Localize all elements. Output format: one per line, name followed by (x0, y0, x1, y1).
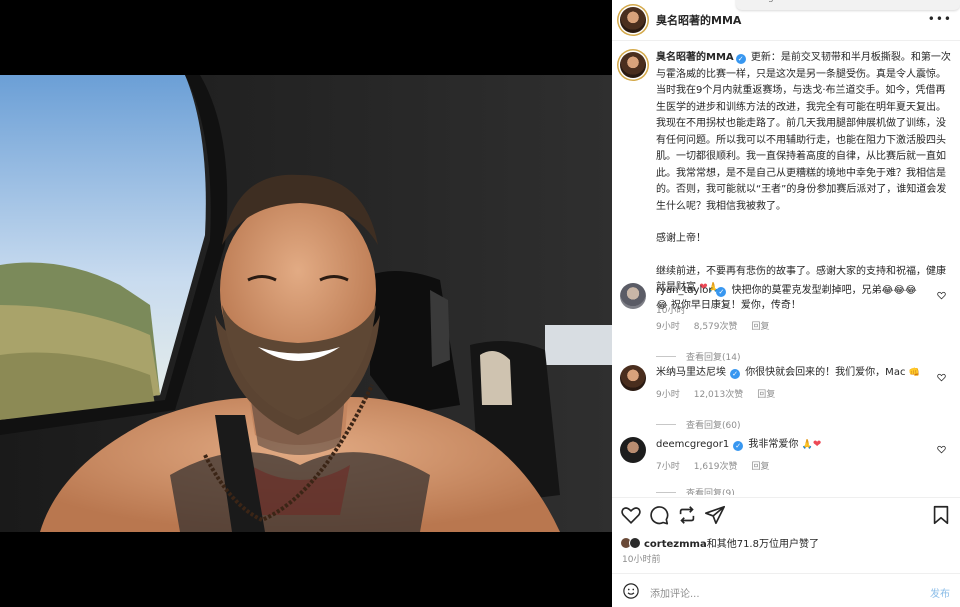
comment-username[interactable]: 米纳马里达尼埃 (656, 367, 726, 378)
comment-body: ryan_taylor ✓ 快把你的莫霍克发型剃掉吧，兄弟😂😂😂😂 祝你早日康复！… (656, 283, 952, 313)
comment-username[interactable]: deemcgregor1 (656, 439, 729, 450)
view-replies[interactable]: 查看回复(60) (656, 418, 952, 431)
caption-avatar[interactable] (620, 52, 646, 78)
comment-meta: 7小时 1,619次赞 回复 (656, 459, 952, 472)
caption-paragraph-2: 感谢上帝！ (656, 233, 706, 244)
caption: 臭名昭著的MMA ✓ 更新：是前交叉韧带和半月板撕裂。和第一次与霍洛威的比赛一样，… (620, 50, 952, 316)
view-replies-dash (656, 356, 676, 357)
comments-scroll-area[interactable]: 臭名昭著的MMA ✓ 更新：是前交叉韧带和半月板撕裂。和第一次与霍洛威的比赛一样，… (612, 40, 960, 495)
comment-time: 9小时 (656, 390, 680, 400)
fist-emoji: 👊 (908, 368, 920, 378)
verified-icon: ✓ (730, 369, 740, 379)
heart-icon[interactable] (937, 291, 946, 300)
comment-likes[interactable]: 1,619次赞 (694, 459, 738, 472)
comment-item: 米纳马里达尼埃 ✓ 你很快就会回来的！我们爱你，Mac 👊 9小时 12,013次… (620, 365, 952, 431)
heart-icon[interactable] (937, 373, 946, 382)
view-replies[interactable]: 查看回复(9) (656, 486, 952, 495)
view-replies[interactable]: 查看回复(14) (656, 350, 952, 363)
caption-username[interactable]: 臭名昭著的MMA (656, 52, 734, 63)
comment-text: 我非常爱你 (748, 439, 799, 450)
comment-composer: 添加评论... 发布 (612, 573, 960, 607)
comment-time: 7小时 (656, 462, 680, 472)
comment-meta: 9小时 8,579次赞 回复 (656, 319, 952, 332)
reply-button[interactable]: 回复 (757, 387, 775, 400)
verified-icon: ✓ (716, 287, 727, 297)
comment-item: ryan_taylor ✓ 快把你的莫霍克发型剃掉吧，兄弟😂😂😂😂 祝你早日康复！… (620, 283, 952, 363)
commenter-avatar[interactable] (620, 437, 646, 463)
share-icon[interactable] (676, 504, 698, 526)
comment-body: deemcgregor1 ✓ 我非常爱你 🙏❤ (656, 437, 952, 453)
likes-suffix: 赞了 (798, 539, 819, 550)
send-icon[interactable] (704, 504, 726, 526)
view-replies-label: 查看回复(9) (686, 489, 735, 495)
bookmark-icon[interactable] (930, 504, 952, 526)
likes-text: cortezmma和其他71.8万位用户赞了 (644, 535, 819, 550)
comment-icon[interactable] (648, 504, 670, 526)
heart-icon[interactable] (937, 445, 946, 454)
verified-icon: ✓ (733, 441, 744, 451)
comment-input[interactable]: 添加评论... (650, 585, 700, 600)
comment-item: deemcgregor1 ✓ 我非常爱你 🙏❤ 7小时 1,619次赞 回复 查看… (620, 437, 952, 495)
commenter-avatar[interactable] (620, 283, 646, 309)
likes-summary[interactable]: cortezmma和其他71.8万位用户赞了 (620, 535, 819, 550)
comment-likes[interactable]: 8,579次赞 (694, 319, 738, 332)
likes-user[interactable]: cortezmma (644, 539, 707, 550)
heart-icon[interactable] (620, 504, 642, 526)
view-replies-dash (656, 424, 676, 425)
photo-pane (0, 0, 612, 607)
liker-avatar (629, 536, 641, 549)
verified-icon: ✓ (735, 54, 746, 64)
smile-icon[interactable] (622, 582, 640, 600)
caption-paragraph-1: 更新：是前交叉韧带和半月板撕裂。和第一次与霍洛威的比赛一样，只是这次是另一条腿受… (656, 52, 951, 212)
author-name[interactable]: 臭名昭著的MMA (656, 12, 741, 28)
comment-body: 米纳马里达尼埃 ✓ 你很快就会回来的！我们爱你，Mac 👊 (656, 365, 952, 381)
commenter-avatar[interactable] (620, 365, 646, 391)
post-photo[interactable] (0, 75, 612, 532)
comment-likes[interactable]: 12,013次赞 (694, 387, 744, 400)
comment-time: 9小时 (656, 322, 680, 332)
heart-emoji: ❤ (812, 439, 822, 450)
actions-divider (612, 497, 960, 498)
post-photo-illustration (0, 75, 612, 532)
more-icon[interactable]: ••• (928, 12, 952, 26)
caption-text: 臭名昭著的MMA ✓ 更新：是前交叉韧带和半月板撕裂。和第一次与霍洛威的比赛一样，… (656, 50, 952, 297)
view-replies-dash (656, 492, 676, 493)
action-bar (612, 504, 960, 528)
reply-button[interactable]: 回复 (752, 319, 770, 332)
post-time: 10小时前 (622, 555, 661, 565)
comment-username[interactable]: ryan_taylor (656, 285, 712, 296)
likes-rest: 和其他71.8万位用户 (706, 539, 799, 550)
comment-text: 你很快就会回来的！我们爱你，Mac (745, 367, 906, 378)
pray-emoji: 🙏 (801, 440, 813, 450)
view-replies-label: 查看回复(14) (686, 353, 741, 363)
author-avatar[interactable] (620, 7, 646, 33)
view-replies-label: 查看回复(60) (686, 421, 741, 431)
reply-button[interactable]: 回复 (752, 459, 770, 472)
post-comment-button[interactable]: 发布 (930, 585, 950, 600)
post-header: 臭名昭著的MMA ••• (620, 6, 956, 34)
comment-meta: 9小时 12,013次赞 回复 (656, 387, 952, 400)
